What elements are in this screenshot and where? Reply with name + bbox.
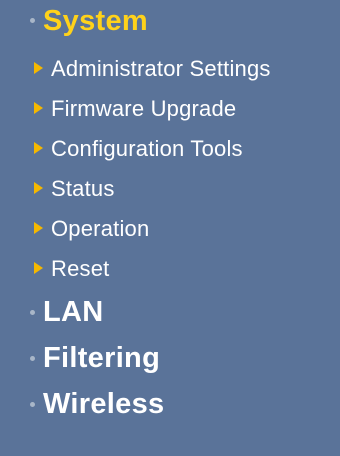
section-label-system: System: [43, 5, 148, 37]
submenu-item-label: Reset: [51, 256, 110, 281]
submenu-item-label: Operation: [51, 216, 150, 241]
arrow-right-icon: [34, 62, 43, 74]
navigation-menu: System Administrator Settings Firmware U…: [0, 0, 340, 456]
arrow-right-icon: [34, 142, 43, 154]
arrow-right-icon: [34, 222, 43, 234]
submenu-item-label: Administrator Settings: [51, 56, 271, 81]
bullet-icon: [30, 18, 35, 23]
section-label-filtering: Filtering: [43, 342, 161, 374]
submenu-item-label: Configuration Tools: [51, 136, 243, 161]
section-label-wireless: Wireless: [43, 388, 165, 420]
bullet-icon: [30, 310, 35, 315]
arrow-right-icon: [34, 262, 43, 274]
arrow-right-icon: [34, 102, 43, 114]
submenu-item-label: Status: [51, 176, 115, 201]
bullet-icon: [30, 402, 35, 407]
arrow-right-icon: [34, 182, 43, 194]
submenu-item-label: Firmware Upgrade: [51, 96, 237, 121]
section-label-lan: LAN: [43, 296, 104, 328]
bullet-icon: [30, 356, 35, 361]
